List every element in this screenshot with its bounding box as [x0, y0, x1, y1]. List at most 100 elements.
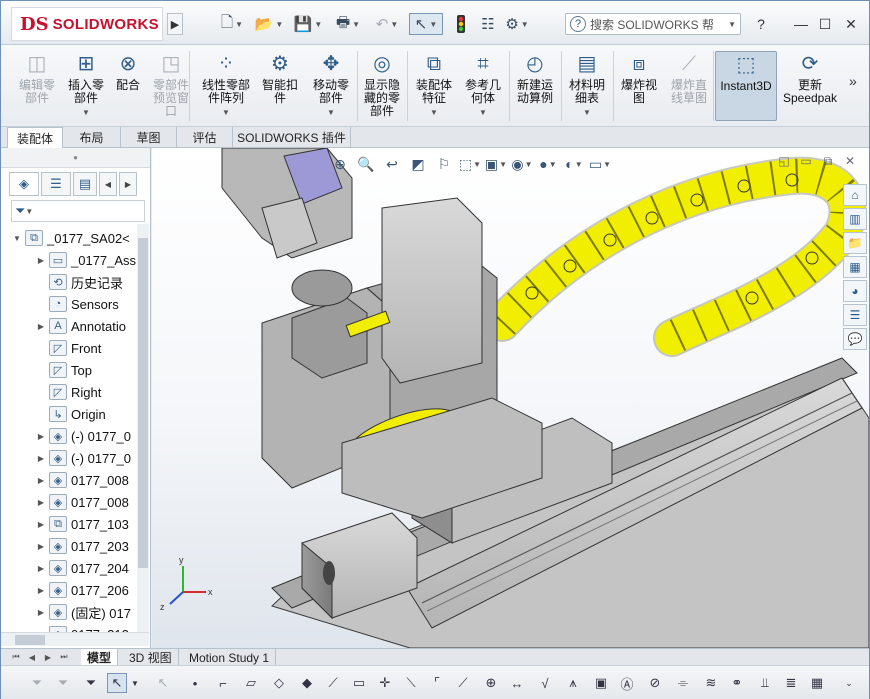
file-properties-button[interactable]: ☷ [477, 13, 499, 35]
chevron-down-icon[interactable]: ▼ [728, 20, 736, 29]
chevron-down-icon[interactable]: ▼ [327, 106, 335, 119]
expand-icon[interactable]: ▶ [35, 454, 47, 463]
tree-item[interactable]: ▶ ◈ 0177_008 [35, 470, 129, 490]
reference-geometry-button[interactable]: ⌗ 参考几 何体 ▼ [459, 51, 507, 121]
assembly-features-button[interactable]: ⧉ 装配体 特征 ▼ [409, 51, 459, 121]
tree-item[interactable]: ◔ Sensors [35, 294, 119, 314]
expand-icon[interactable]: ▶ [35, 432, 47, 441]
tree-item[interactable]: ▶ ◈ 0177_008 [35, 492, 129, 512]
edit-component-button[interactable]: ◫ 编辑零 部件 [11, 51, 63, 121]
tree-item[interactable]: ◸ Front [35, 338, 101, 358]
help-button[interactable]: ? [751, 14, 771, 34]
dynamic-annotation-button[interactable]: ⚐ [431, 152, 457, 176]
filter-toggle-button[interactable]: ⏷ [53, 673, 73, 693]
tree-item[interactable]: ◸ Right [35, 382, 101, 402]
solidworks-resources-tab[interactable]: ⌂ [843, 184, 867, 206]
viewport-close-button[interactable]: ✕ [839, 152, 861, 170]
filter-sketch-points-button[interactable]: ✛ [375, 673, 395, 693]
select-tool-button[interactable]: ↖ [107, 673, 127, 693]
new-document-button[interactable]: 🗋 ▼ [217, 13, 247, 35]
coupling[interactable] [291, 269, 353, 307]
apply-scene-button[interactable]: ◐ ▼ [561, 152, 587, 176]
smart-fasteners-button[interactable]: ⚙ 智能扣 件 [257, 51, 303, 121]
move-component-button[interactable]: ✥ 移动零 部件 ▼ [305, 51, 357, 121]
ribbon-more-button[interactable]: » [849, 73, 857, 89]
tree-item[interactable]: ▶ ◈ (-) 0177_0 [35, 448, 131, 468]
select-other-button[interactable]: ↖ [153, 673, 173, 693]
toolbar-overflow-button[interactable]: ⌄ [839, 673, 859, 693]
expand-icon[interactable]: ▶ [35, 476, 47, 485]
rebuild-button[interactable] [451, 13, 471, 35]
undo-button[interactable]: ↶ ▼ [371, 13, 403, 35]
save-button[interactable]: 💾 ▼ [293, 13, 323, 35]
filter-dimensions-button[interactable]: ↔ [507, 673, 527, 693]
tab-feature-manager[interactable]: ◈ [9, 172, 39, 196]
filter-solid-bodies-button[interactable]: ◆ [297, 673, 317, 693]
edit-appearance-button[interactable]: ● ▼ [535, 152, 561, 176]
tree-item[interactable]: ⟲ 历史记录 [35, 272, 123, 292]
graphics-area[interactable]: y x z ⊕ 🔍 ↩ ◩ ⚐ ⬚ ▼ ▣ ▼ ◉ ▼ ● ▼ ◐ ▼ ▭ ▼ ◱ ▭ ⧉ … [152, 148, 869, 648]
insert-components-button[interactable]: ⊞ 插入零 部件 ▼ [63, 51, 109, 121]
tree-item[interactable]: ▶ ◈ 0177_203 [35, 536, 129, 556]
filter-notes-button[interactable]: Ⓐ [617, 673, 637, 693]
next-tab-button[interactable]: ▶ [41, 650, 55, 664]
expand-icon[interactable]: ▶ [35, 564, 47, 573]
solidworks-logo[interactable]: DS SOLIDWORKS [11, 7, 163, 41]
expand-icon[interactable]: ▶ [35, 586, 47, 595]
chevron-down-icon[interactable]: ▼ [583, 106, 591, 119]
component-preview-window-button[interactable]: ◳ 零部件 预览窗 口 [147, 51, 195, 121]
tab-3d-view[interactable]: 3D 视图 [123, 649, 179, 666]
view-settings-button[interactable]: ▭ ▼ [587, 152, 613, 176]
filter-centerlines-button[interactable]: ⟋ [453, 673, 473, 693]
scrollbar-thumb[interactable] [138, 238, 148, 568]
panel-grip[interactable]: ● [1, 148, 150, 168]
update-speedpak-button[interactable]: ⟳ 更新 Speedpak [779, 51, 841, 121]
expand-icon[interactable]: ▶ [35, 608, 47, 617]
tab-scroll-right[interactable]: ▶ [119, 172, 137, 196]
tab-motion-study[interactable]: Motion Study 1 [183, 649, 277, 666]
hide-show-items-button[interactable]: ◉ ▼ [509, 152, 535, 176]
tree-filter[interactable]: ⏷ ▼ [11, 200, 145, 222]
tab-layout[interactable]: 布局 [63, 127, 121, 148]
last-tab-button[interactable]: ⏭ [57, 650, 71, 664]
maximize-button[interactable]: ☐ [815, 14, 835, 34]
open-button[interactable]: 📂 ▼ [253, 13, 285, 35]
expand-icon[interactable]: ▶ [35, 498, 47, 507]
filter-welds-button[interactable]: ▦ [807, 673, 827, 693]
custom-properties-tab[interactable]: ☰ [843, 304, 867, 326]
tab-assembly[interactable]: 装配体 [7, 127, 63, 149]
filter-faces-button[interactable]: ▱ [241, 673, 261, 693]
search-input[interactable]: 搜索 SOLIDWORKS 帮 [590, 16, 714, 33]
forum-tab[interactable]: 💬 [843, 328, 867, 350]
tree-item[interactable]: ↳ Origin [35, 404, 106, 424]
viewport-minimize-button[interactable]: ▭ [795, 152, 817, 170]
chevron-down-icon[interactable]: ▼ [82, 106, 90, 119]
tree-item[interactable]: ▶ ◈ 0177_206 [35, 580, 129, 600]
close-button[interactable]: ✕ [841, 14, 861, 34]
mate-button[interactable]: ⊗ 配合 [111, 51, 145, 121]
chevron-down-icon[interactable]: ▼ [479, 106, 487, 119]
viewport-restore-button[interactable]: ◱ [773, 152, 795, 170]
filter-blocks-button[interactable]: ⚭ [727, 673, 747, 693]
select-button[interactable]: ↖ ▼ [409, 13, 443, 35]
tree-item[interactable]: ▶ ⧉ 0177_103 [35, 514, 129, 534]
menu-expand-arrow[interactable]: ▶ [167, 13, 183, 35]
bill-of-materials-button[interactable]: ▤ 材料明 细表 ▼ [563, 51, 611, 121]
select-dropdown[interactable]: ▼ [129, 673, 141, 693]
tab-model[interactable]: 模型 [81, 649, 119, 666]
expand-icon[interactable]: ▶ [35, 520, 47, 529]
filter-surface-finish-button[interactable]: √ [535, 673, 555, 693]
print-button[interactable]: 🖶 ▼ [331, 13, 365, 35]
tab-property-manager[interactable]: ☰ [41, 172, 71, 196]
display-style-button[interactable]: ▣ ▼ [483, 152, 509, 176]
filter-button[interactable]: ⏷ [27, 673, 47, 693]
assembly-model[interactable] [152, 148, 869, 648]
tree-vertical-scrollbar[interactable] [137, 224, 149, 634]
tab-scroll-left[interactable]: ◀ [99, 172, 117, 196]
appearances-tab[interactable]: ◕ [843, 280, 867, 302]
view-palette-tab[interactable]: ▦ [843, 256, 867, 278]
linear-component-pattern-button[interactable]: ⁘ 线性零部 件阵列 ▼ [195, 51, 257, 121]
zoom-to-fit-button[interactable]: ⊕ [327, 152, 353, 176]
tree-item[interactable]: ▼ ⧉ _0177_SA02< [11, 228, 130, 248]
filter-datum-button[interactable]: ▣ [591, 673, 611, 693]
